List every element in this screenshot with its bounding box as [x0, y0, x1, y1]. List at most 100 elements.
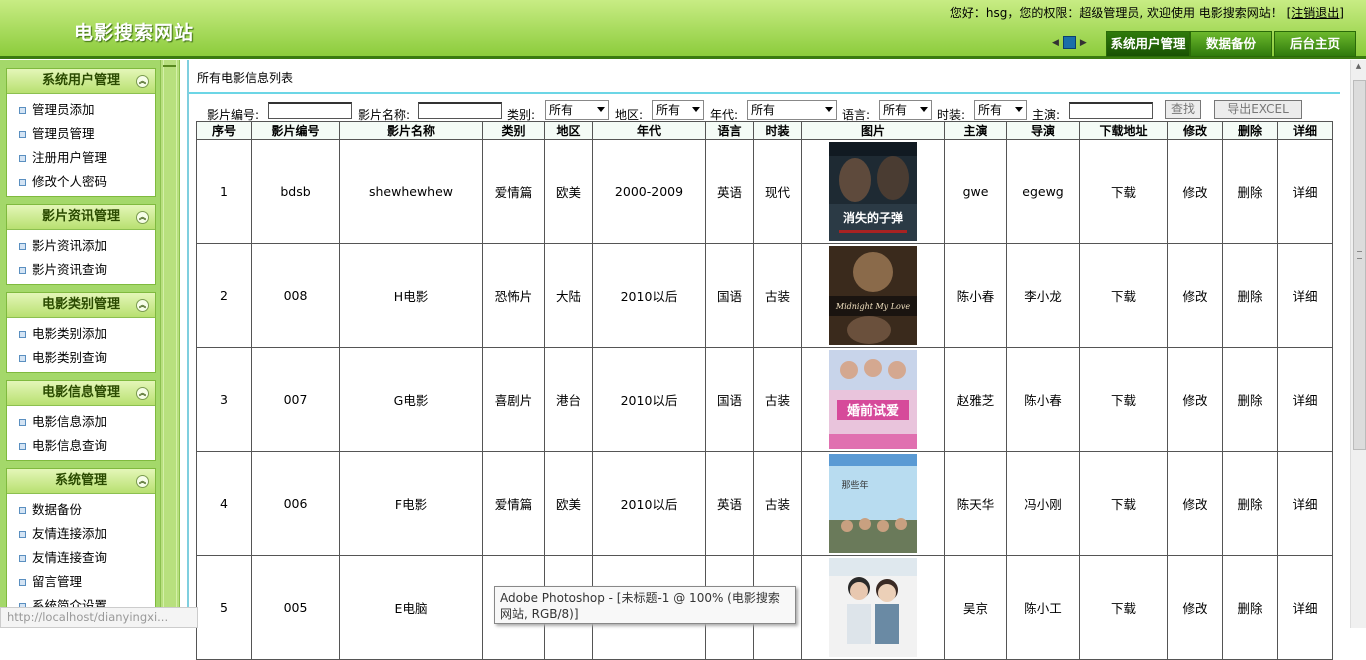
dropdown-arrow-icon	[692, 107, 700, 112]
sidebar-section-header[interactable]: 电影类别管理 ︽	[7, 293, 155, 318]
poster-image[interactable]: 消失的子弹	[829, 142, 917, 241]
sidebar-item-category-query[interactable]: 电影类别查询	[7, 346, 155, 370]
scrollbar-thumb[interactable]	[1353, 80, 1366, 450]
detail-link[interactable]: 详细	[1277, 139, 1333, 244]
delete-link[interactable]: 删除	[1222, 139, 1278, 244]
edit-link[interactable]: 修改	[1167, 451, 1223, 556]
edit-link[interactable]: 修改	[1167, 347, 1223, 452]
download-link[interactable]: 下载	[1079, 243, 1168, 348]
delete-link[interactable]: 删除	[1222, 243, 1278, 348]
cell-type: 喜剧片	[482, 347, 545, 452]
sidebar-section-header[interactable]: 电影信息管理 ︽	[7, 381, 155, 406]
export-excel-button[interactable]: 导出EXCEL	[1214, 100, 1302, 119]
region-select[interactable]: 所有	[652, 100, 704, 120]
cell-actor: 陈小春	[944, 243, 1007, 348]
cell-name: E电脑	[339, 555, 483, 660]
sidebar-section-header[interactable]: 系统用户管理 ︽	[7, 69, 155, 94]
detail-link[interactable]: 详细	[1277, 243, 1333, 348]
cell-director: 陈小春	[1006, 347, 1080, 452]
scroll-up-icon[interactable]: ▲	[1353, 62, 1364, 72]
site-title: 电影搜索网站	[74, 22, 195, 44]
top-button-user-management[interactable]: 系统用户管理	[1106, 31, 1190, 57]
download-link[interactable]: 下载	[1079, 451, 1168, 556]
edit-link[interactable]: 修改	[1167, 139, 1223, 244]
dropdown-arrow-icon	[825, 107, 833, 112]
download-link[interactable]: 下载	[1079, 555, 1168, 660]
sidebar-item-registered-users[interactable]: 注册用户管理	[7, 146, 155, 170]
cell-name: F电影	[339, 451, 483, 556]
splitter-grip-icon[interactable]	[163, 65, 176, 76]
sidebar-section-movie-info: 电影信息管理 ︽ 电影信息添加 电影信息查询	[6, 380, 156, 461]
poster-image[interactable]	[829, 558, 917, 657]
cell-director: 冯小刚	[1006, 451, 1080, 556]
sidebar-section-user-management: 系统用户管理 ︽ 管理员添加 管理员管理 注册用户管理 修改个人密码	[6, 68, 156, 197]
top-button-backup[interactable]: 数据备份	[1190, 31, 1272, 57]
cell-region: 欧美	[544, 139, 593, 244]
poster-image[interactable]: 婚前试爱	[829, 350, 917, 449]
col-header-delete: 删除	[1222, 121, 1278, 140]
detail-link[interactable]: 详细	[1277, 347, 1333, 452]
cell-no: 3	[196, 347, 252, 452]
cell-name: H电影	[339, 243, 483, 348]
sidebar-item-movie-add[interactable]: 电影信息添加	[7, 410, 155, 434]
edit-link[interactable]: 修改	[1167, 555, 1223, 660]
sidebar-section-header[interactable]: 影片资讯管理 ︽	[7, 205, 155, 230]
col-header-era: 年代	[592, 121, 706, 140]
collapse-icon[interactable]: ︽	[136, 387, 149, 400]
col-header-download: 下载地址	[1079, 121, 1168, 140]
sidebar-section-header[interactable]: 系统管理 ︽	[7, 469, 155, 494]
sidebar-item-category-add[interactable]: 电影类别添加	[7, 322, 155, 346]
detail-link[interactable]: 详细	[1277, 555, 1333, 660]
name-input[interactable]	[418, 102, 502, 119]
top-button-home[interactable]: 后台主页	[1274, 31, 1356, 57]
download-link[interactable]: 下载	[1079, 347, 1168, 452]
right-arrow-icon[interactable]: ▶	[1080, 38, 1087, 48]
edit-link[interactable]: 修改	[1167, 243, 1223, 348]
actor-input[interactable]	[1069, 102, 1153, 119]
detail-link[interactable]: 详细	[1277, 451, 1333, 556]
sidebar-splitter[interactable]	[160, 60, 180, 628]
sidebar-item-admin-manage[interactable]: 管理员管理	[7, 122, 155, 146]
left-arrow-icon[interactable]: ◀	[1052, 38, 1059, 48]
collapse-icon[interactable]: ︽	[136, 475, 149, 488]
welcome-text: 您好：hsg，您的权限：超级管理员, 欢迎使用 电影搜索网站！	[949, 6, 1283, 20]
cell-code: 006	[251, 451, 340, 556]
sidebar-item-backup[interactable]: 数据备份	[7, 498, 155, 522]
poster-image[interactable]: 那些年	[829, 454, 917, 553]
sidebar-item-admin-add[interactable]: 管理员添加	[7, 98, 155, 122]
collapse-icon[interactable]: ︽	[136, 211, 149, 224]
section-title: 系统用户管理	[41, 73, 120, 88]
cell-region: 港台	[544, 347, 593, 452]
delete-link[interactable]: 删除	[1222, 347, 1278, 452]
delete-link[interactable]: 删除	[1222, 451, 1278, 556]
table-row: 2 008 H电影 恐怖片 大陆 2010以后 国语 古装 Midnight M…	[196, 243, 1333, 348]
sidebar-item-link-add[interactable]: 友情连接添加	[7, 522, 155, 546]
type-select[interactable]: 所有	[545, 100, 609, 120]
era-select[interactable]: 所有	[747, 100, 837, 120]
book-icon[interactable]	[1062, 36, 1076, 49]
sidebar-item-news-query[interactable]: 影片资讯查询	[7, 258, 155, 282]
costume-select[interactable]: 所有	[974, 100, 1027, 120]
language-select[interactable]: 所有	[879, 100, 932, 120]
collapse-icon[interactable]: ︽	[136, 299, 149, 312]
sidebar-item-messages[interactable]: 留言管理	[7, 570, 155, 594]
cell-poster	[801, 555, 945, 660]
logout-link[interactable]: [注销退出]	[1287, 6, 1344, 20]
code-input[interactable]	[268, 102, 352, 119]
collapse-icon[interactable]: ︽	[136, 75, 149, 88]
search-button[interactable]: 查找	[1165, 100, 1201, 119]
poster-image[interactable]: Midnight My Love	[829, 246, 917, 345]
poster-title: Midnight My Love	[835, 302, 911, 311]
vertical-scrollbar[interactable]: ▲	[1350, 60, 1366, 628]
cell-poster: 婚前试爱	[801, 347, 945, 452]
sidebar-item-change-password[interactable]: 修改个人密码	[7, 170, 155, 194]
cell-poster: Midnight My Love	[801, 243, 945, 348]
delete-link[interactable]: 删除	[1222, 555, 1278, 660]
sidebar-item-link-query[interactable]: 友情连接查询	[7, 546, 155, 570]
download-link[interactable]: 下载	[1079, 139, 1168, 244]
cell-type: 爱情篇	[482, 139, 545, 244]
cell-poster: 消失的子弹	[801, 139, 945, 244]
sidebar-item-news-add[interactable]: 影片资讯添加	[7, 234, 155, 258]
cell-no: 5	[196, 555, 252, 660]
sidebar-item-movie-query[interactable]: 电影信息查询	[7, 434, 155, 458]
